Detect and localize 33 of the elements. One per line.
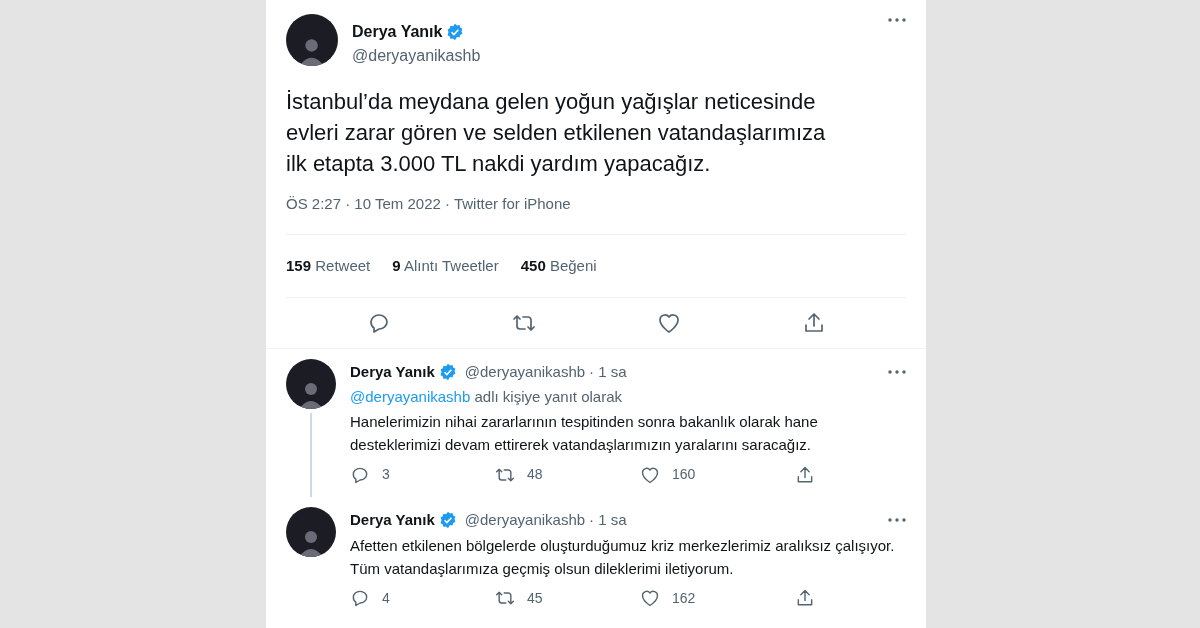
timestamp[interactable]: · 1 sa — [589, 509, 627, 532]
share-icon[interactable] — [795, 464, 815, 485]
reply-text: Afetten etkilenen bölgelerde oluşturduğumuz kriz merkezlerimiz aralıksız çalışıyor. Tüm vatandaşlarımıza geçmiş olsun dileklerimi iletiyorum. — [350, 535, 896, 579]
author-handle[interactable]: @deryayanikashb — [352, 44, 874, 68]
reply-icon[interactable] — [350, 588, 370, 608]
like-count: 160 — [672, 465, 696, 484]
author-name[interactable]: Derya Yanık — [350, 361, 435, 384]
stat-link[interactable]: 159 Retweet — [286, 254, 371, 277]
like-count: 162 — [672, 588, 696, 608]
reply-count: 4 — [382, 588, 390, 608]
retweet-count: 45 — [527, 588, 543, 608]
avatar[interactable] — [286, 507, 336, 557]
more-icon[interactable] — [888, 370, 906, 375]
tweet-text: İstanbul’da meydana gelen yoğun yağışlar neticesinde evleri zarar gören ve selden etkilenen vatandaşlarımıza ilk etapta 3.000 TL nakdi yardım yapacağız. — [285, 88, 827, 178]
author-handle[interactable]: @deryayanikashb — [464, 361, 586, 384]
stat-link[interactable]: 450 Beğeni — [520, 254, 597, 277]
author-name[interactable]: Derya Yanık — [352, 20, 443, 44]
stat-link[interactable]: 9 Alıntı Tweetler — [392, 254, 499, 277]
timestamp[interactable]: · 1 sa — [589, 361, 627, 384]
tweet-meta[interactable]: ÖS 2:27 · 10 Tem 2022 · Twitter for iPhone — [266, 193, 926, 216]
reply-text: Hanelerimizin nihai zararlarının tespitinden sonra bakanlık olarak hane desteklerimizi devam ettirerek vatandaşlarımızın yaralarını saracağız. — [350, 412, 819, 455]
heart-icon[interactable] — [640, 588, 660, 608]
share-icon[interactable] — [795, 588, 815, 608]
retweet-count: 48 — [527, 465, 543, 484]
author-name[interactable]: Derya Yanık — [350, 509, 435, 532]
reply-count: 3 — [382, 465, 390, 484]
avatar[interactable] — [286, 359, 336, 409]
heart-icon[interactable] — [656, 311, 681, 335]
reply-context: @deryayanikashb adlı kişiye yanıt olarak — [350, 386, 624, 407]
author-handle[interactable]: @deryayanikashb — [464, 509, 586, 532]
avatar[interactable] — [286, 14, 338, 66]
more-icon[interactable] — [888, 518, 906, 523]
more-icon[interactable] — [888, 18, 906, 22]
